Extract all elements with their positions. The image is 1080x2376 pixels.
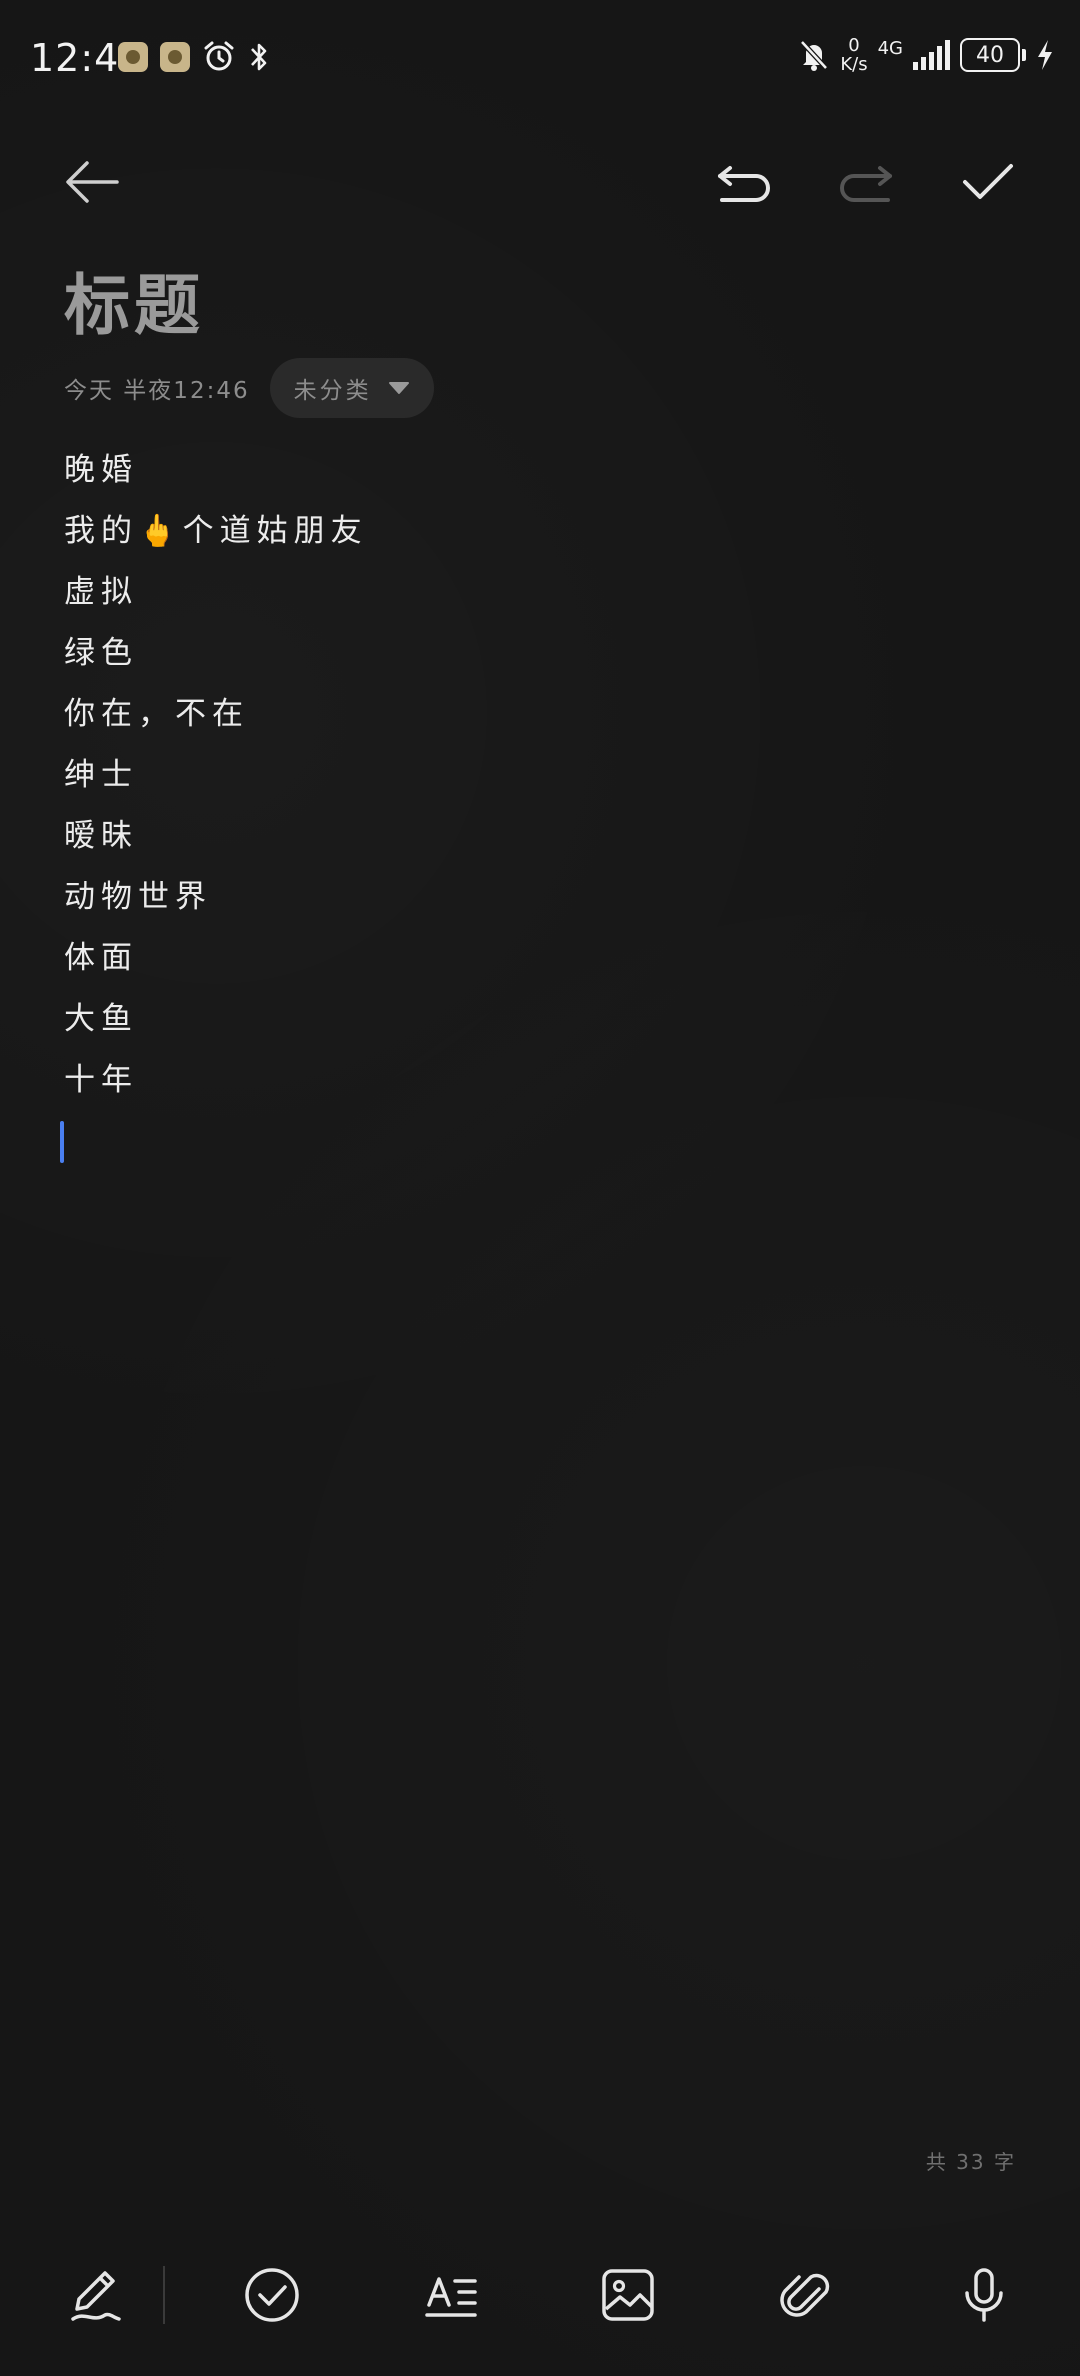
undo-button[interactable] (699, 137, 789, 227)
text-format-button[interactable] (396, 2240, 506, 2350)
alarm-icon (204, 41, 234, 71)
bluetooth-icon (251, 43, 267, 71)
app-notification-icon (160, 42, 190, 72)
note-editor-screen: 12:46 0 K/s 4G 40 标题 今天 半夜12:46 未分类 晚婚 我… (0, 0, 1080, 2376)
note-line: 虚拟 (64, 574, 138, 610)
status-bar: 12:46 0 K/s 4G 40 (0, 0, 1080, 120)
handwriting-button[interactable] (40, 2240, 150, 2350)
triangle-down-icon (388, 382, 409, 394)
note-line: 大鱼 (64, 1001, 138, 1037)
charging-icon (1038, 40, 1052, 70)
microphone-icon (965, 2268, 1003, 2322)
note-line: 你在，不在 (64, 696, 249, 732)
network-type: 4G (877, 38, 903, 59)
category-dropdown[interactable]: 未分类 (269, 358, 434, 418)
back-button[interactable] (47, 137, 137, 227)
note-line: 绅士 (64, 757, 138, 793)
image-icon (602, 2269, 654, 2321)
word-count: 共 33 字 (925, 2150, 1016, 2174)
note-line: 绿色 (64, 635, 138, 671)
note-body-editor[interactable]: 晚婚 我的🖕个道姑朋友 虚拟 绿色 你在，不在 绅士 暧昧 动物世界 体面 大鱼… (64, 440, 368, 1111)
note-timestamp: 今天 半夜12:46 (64, 378, 250, 404)
network-speed: 0 K/s (840, 36, 867, 74)
note-line: 暧昧 (64, 818, 138, 854)
attachment-button[interactable] (750, 2240, 860, 2350)
app-notification-icon (118, 42, 148, 72)
note-line: 十年 (64, 1062, 138, 1098)
note-line: 晚婚 (64, 452, 138, 488)
arrow-left-icon (66, 161, 119, 203)
editor-toolbar (0, 2240, 1080, 2350)
undo-icon (718, 166, 770, 202)
note-title-input[interactable]: 标题 (64, 252, 204, 348)
note-line: 体面 (64, 940, 138, 976)
network-speed-value: 0 (848, 35, 860, 56)
redo-icon (840, 166, 892, 202)
text-cursor (60, 1121, 64, 1163)
redo-button[interactable] (821, 137, 911, 227)
status-right-cluster: 0 K/s 4G 40 (798, 36, 1054, 74)
paperclip-icon (780, 2273, 830, 2317)
confirm-button[interactable] (943, 137, 1033, 227)
insert-image-button[interactable] (573, 2240, 683, 2350)
note-meta: 今天 半夜12:46 未分类 (64, 358, 434, 418)
status-notification-icons (118, 40, 270, 74)
network-speed-unit: K/s (840, 54, 868, 75)
voice-input-button[interactable] (929, 2240, 1039, 2350)
signal-strength-icon (913, 40, 950, 70)
battery-indicator: 40 (960, 38, 1026, 72)
check-circle-icon (245, 2268, 299, 2322)
checklist-button[interactable] (217, 2240, 327, 2350)
text-format-icon (425, 2277, 477, 2317)
check-icon (963, 164, 1013, 199)
category-label: 未分类 (293, 378, 372, 404)
note-line: 动物世界 (64, 879, 212, 915)
mute-bell-icon (800, 40, 829, 71)
note-line: 我的🖕个道姑朋友 (64, 513, 368, 549)
pen-icon (71, 2271, 121, 2321)
toolbar-divider (163, 2266, 165, 2324)
